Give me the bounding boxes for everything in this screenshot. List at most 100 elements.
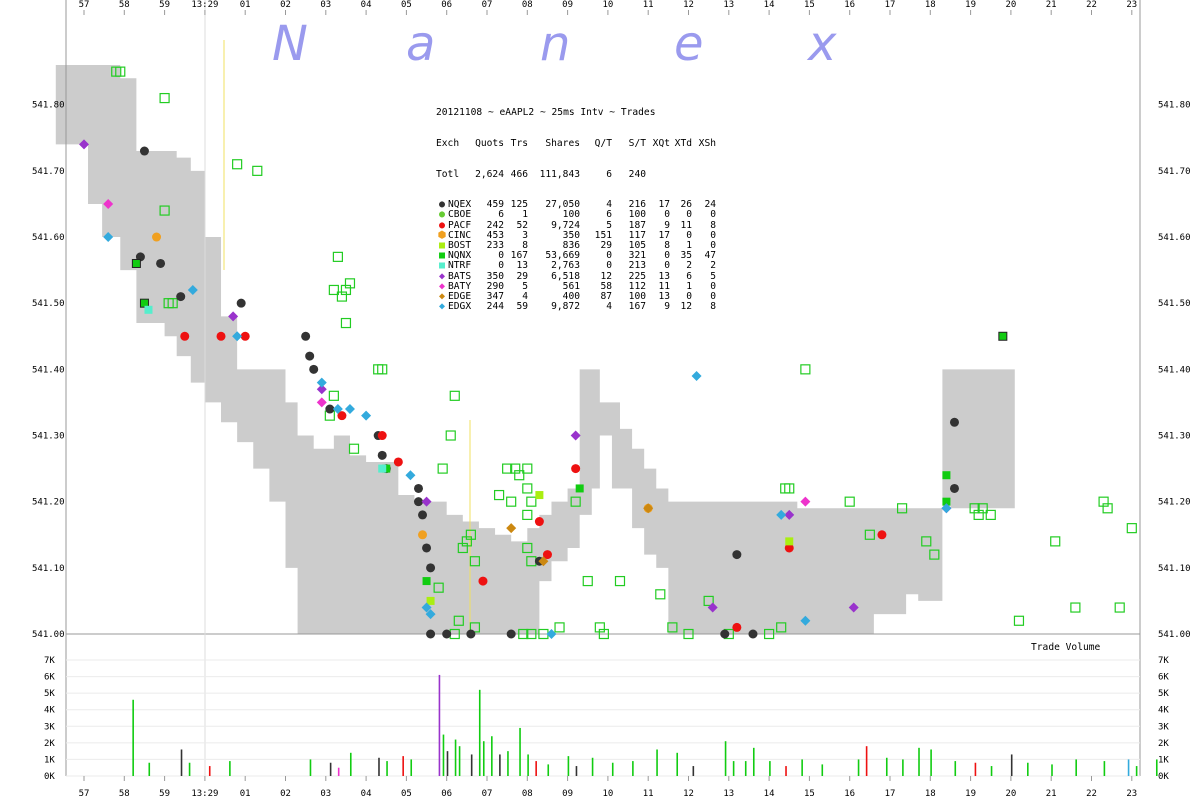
x-tick-label-bottom: 21 xyxy=(1046,789,1057,799)
trade-square xyxy=(144,305,153,314)
x-tick-label-top: 14 xyxy=(764,0,775,10)
volume-bar xyxy=(821,764,824,776)
x-tick-label-top: 15 xyxy=(804,0,815,10)
trade-square xyxy=(426,596,435,605)
trade-circle xyxy=(732,622,742,632)
volume-bar xyxy=(676,752,679,776)
x-tick-label-bottom: 19 xyxy=(965,789,976,799)
trade-circle xyxy=(426,563,436,573)
volume-title: Trade Volume xyxy=(1031,642,1101,653)
volume-bar xyxy=(724,741,727,776)
stats-cell: 0 xyxy=(606,260,612,272)
volume-bar xyxy=(402,756,404,776)
x-tick-label-bottom: 22 xyxy=(1086,789,1097,799)
trade-circle xyxy=(506,629,516,639)
x-tick-label-bottom: 13:29 xyxy=(191,789,218,799)
trade-circle xyxy=(309,364,319,374)
trade-circle xyxy=(139,146,149,156)
volume-bar xyxy=(1127,759,1130,776)
stats-cell: 2,763 xyxy=(551,260,580,272)
x-tick-label-top: 07 xyxy=(482,0,493,10)
volume-tick-label-left: 5K xyxy=(44,689,55,699)
y-tick-label-left: 541.10 xyxy=(32,564,65,574)
y-tick-label-right: 541.30 xyxy=(1158,432,1191,442)
stats-cell: 244 xyxy=(486,301,504,313)
y-tick-label-left: 541.80 xyxy=(32,101,65,111)
volume-bar xyxy=(188,762,191,776)
volume-bar xyxy=(1103,761,1106,776)
volume-bar xyxy=(1135,766,1138,776)
x-tick-label-bottom: 17 xyxy=(885,789,896,799)
x-tick-label-bottom: 57 xyxy=(79,789,90,799)
trade-square xyxy=(422,577,431,586)
x-tick-label-top: 03 xyxy=(320,0,331,10)
x-tick-label-bottom: 14 xyxy=(764,789,775,799)
stats-cell: 2 xyxy=(686,260,692,272)
exchange-name: EDGX xyxy=(448,301,472,313)
volume-bar xyxy=(458,746,461,776)
x-tick-label-bottom: 59 xyxy=(159,789,170,799)
trade-square xyxy=(535,491,544,500)
trade-square xyxy=(998,331,1008,341)
volume-bar xyxy=(575,766,578,776)
trade-circle xyxy=(377,450,387,460)
volume-bar xyxy=(632,761,634,776)
trade-circle xyxy=(426,629,436,639)
volume-bar xyxy=(491,736,493,776)
stats-cell: 2 xyxy=(710,260,716,272)
volume-bar xyxy=(442,734,445,776)
x-tick-label-top: 21 xyxy=(1046,0,1057,10)
volume-bar xyxy=(349,752,352,776)
volume-bar xyxy=(208,766,211,776)
volume-bar xyxy=(527,754,529,776)
volume-bar xyxy=(446,751,449,776)
stats-cell: 0 xyxy=(664,260,670,272)
x-tick-label-bottom: 04 xyxy=(361,789,372,799)
x-tick-label-top: 04 xyxy=(361,0,372,10)
trade-circle xyxy=(156,258,166,268)
trade-square xyxy=(575,484,584,493)
volume-bar xyxy=(1010,754,1013,776)
volume-bar xyxy=(454,739,457,776)
volume-bar xyxy=(692,766,695,776)
volume-bar xyxy=(918,747,920,776)
x-tick-label-top: 02 xyxy=(280,0,291,10)
volume-bar xyxy=(954,761,957,776)
volume-bar xyxy=(732,761,735,776)
x-tick-label-top: 01 xyxy=(240,0,251,10)
trade-circle xyxy=(478,576,488,586)
y-tick-label-right: 541.40 xyxy=(1158,365,1191,375)
volume-bar xyxy=(930,749,932,776)
volume-bar xyxy=(567,756,570,776)
volume-bar xyxy=(378,757,380,776)
stats-cell: 59 xyxy=(516,301,528,313)
trade-circle xyxy=(534,517,544,527)
trade-circle xyxy=(216,331,226,341)
stats-header-cell: Quots xyxy=(475,138,504,149)
y-tick-label-right: 541.10 xyxy=(1158,564,1191,574)
volume-bar xyxy=(591,757,594,776)
volume-bar xyxy=(329,762,332,776)
volume-bar xyxy=(752,747,755,776)
trade-square xyxy=(378,464,387,473)
stats-header-cell: Exch xyxy=(436,138,460,149)
x-tick-label-top: 22 xyxy=(1086,0,1097,10)
trade-circle xyxy=(720,629,730,639)
trade-circle xyxy=(377,431,387,441)
x-tick-label-bottom: 02 xyxy=(280,789,291,799)
stats-title: 20121108 ~ eAAPL2 ~ 25ms Intv ~ Trades xyxy=(436,108,716,118)
x-tick-label-top: 16 xyxy=(844,0,855,10)
stats-header-cell: XTd xyxy=(674,138,692,149)
volume-bar xyxy=(499,754,501,776)
stats-header-row: Exch Quots Trs Shares Q/T S/T XQt XTd XSh xyxy=(436,138,716,149)
stats-header-cell: Shares xyxy=(545,138,580,149)
stats-cell: 167 xyxy=(628,301,646,313)
trade-circle xyxy=(949,483,959,493)
x-tick-label-top: 17 xyxy=(885,0,896,10)
volume-bar xyxy=(410,759,413,776)
x-tick-label-bottom: 06 xyxy=(441,789,452,799)
volume-bar xyxy=(744,761,747,776)
volume-bar xyxy=(785,766,787,776)
trade-circle xyxy=(732,550,742,560)
x-tick-label-top: 13 xyxy=(723,0,734,10)
